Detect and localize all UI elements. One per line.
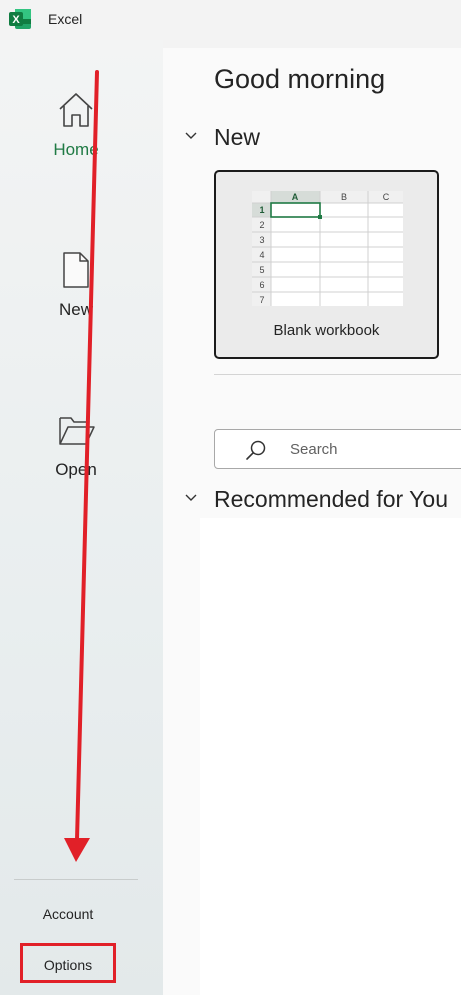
- row-header: 2: [259, 220, 264, 230]
- sidebar-item-open[interactable]: Open: [0, 410, 152, 520]
- template-label: Blank workbook: [273, 322, 380, 339]
- row-header: 1: [259, 205, 264, 215]
- account-link[interactable]: Account: [20, 895, 116, 935]
- options-link[interactable]: Options: [20, 943, 116, 983]
- sidebar-item-label: Home: [53, 140, 99, 159]
- sidebar-item-label: New: [58, 300, 93, 319]
- folder-open-icon: [59, 417, 95, 445]
- new-document-icon: [63, 252, 89, 288]
- backstage-sidebar: Home New Open Account Options: [0, 40, 163, 995]
- sidebar-item-new[interactable]: New: [0, 250, 152, 360]
- row-header: 5: [259, 265, 264, 275]
- app-title: Excel: [48, 11, 83, 27]
- sidebar-item-label: Open: [55, 460, 97, 479]
- home-icon: [59, 93, 93, 127]
- row-header: 7: [259, 295, 264, 305]
- excel-logo-icon: X: [9, 9, 31, 29]
- main-content: Good morning New A B C 1 2 3 4 5 6 7 Bla…: [163, 48, 461, 995]
- blank-workbook-template[interactable]: A B C 1 2 3 4 5 6 7 Blank workbook: [214, 170, 439, 359]
- chevron-down-icon[interactable]: [183, 128, 199, 144]
- sidebar-divider: [14, 879, 138, 880]
- column-header-a: A: [292, 192, 299, 202]
- spreadsheet-thumbnail-icon: A B C 1 2 3 4 5 6 7: [252, 191, 403, 306]
- row-header: 3: [259, 235, 264, 245]
- search-placeholder: Search: [290, 441, 338, 458]
- logo-letter: X: [12, 14, 20, 26]
- sidebar-item-home[interactable]: Home: [0, 90, 152, 200]
- search-input[interactable]: Search: [214, 429, 461, 469]
- section-title: Recommended for You: [214, 486, 448, 512]
- chevron-down-icon[interactable]: [183, 490, 199, 506]
- search-icon: [246, 440, 266, 460]
- column-header-b: B: [341, 192, 347, 202]
- section-title: New: [214, 124, 261, 150]
- section-divider: [214, 374, 461, 375]
- recommended-panel: [200, 518, 461, 995]
- title-bar: X Excel: [0, 0, 461, 40]
- row-header: 4: [259, 250, 264, 260]
- greeting-heading: Good morning: [214, 64, 386, 94]
- row-header: 6: [259, 280, 264, 290]
- column-header-c: C: [383, 192, 390, 202]
